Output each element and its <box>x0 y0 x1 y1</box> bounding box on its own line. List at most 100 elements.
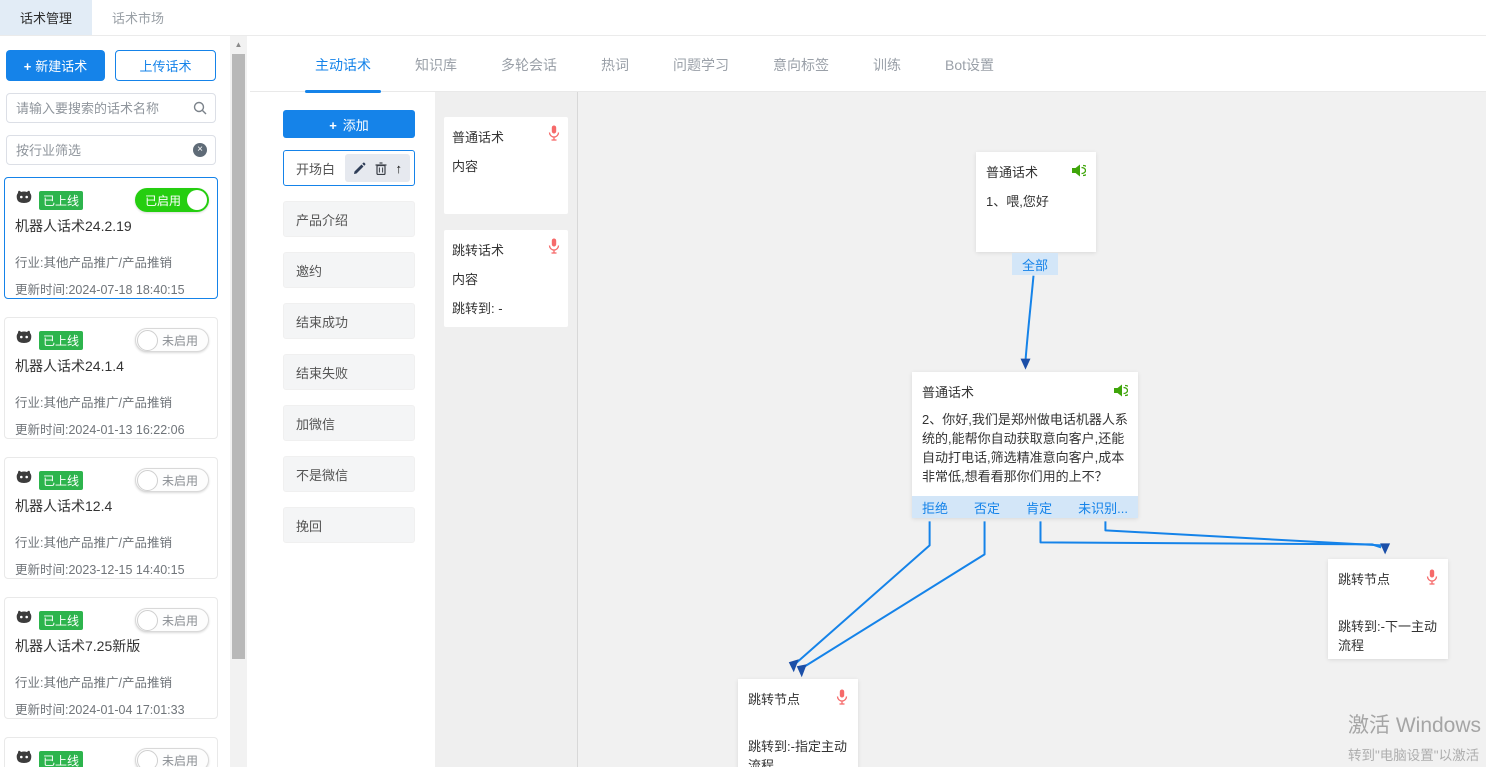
node-title: 跳转节点 <box>1338 569 1390 588</box>
stage-label: 开场白 <box>296 159 335 178</box>
toggle-knob <box>137 750 158 767</box>
industry-text: 行业:其他产品推广/产品推销 <box>15 252 207 271</box>
robot-icon <box>15 610 33 630</box>
industry-filter-input[interactable] <box>6 135 216 165</box>
add-stage-button[interactable]: +添加 <box>283 110 415 138</box>
sidebar-scrollbar[interactable]: ▲ <box>222 36 250 767</box>
template-card-jump-script[interactable]: 跳转话术 内容 跳转到: - <box>444 230 568 327</box>
online-badge: 已上线 <box>39 471 83 490</box>
script-card[interactable]: 已上线 未启用 机器人话术12.4 行业:其他产品推广/产品推销 更新时间:20… <box>4 457 218 579</box>
update-time: 更新时间:2024-07-18 18:40:15 <box>15 279 207 298</box>
tab-knowledge-base[interactable]: 知识库 <box>393 55 479 91</box>
enable-toggle[interactable]: 未启用 <box>135 328 209 352</box>
branch-bar: 拒绝 否定 肯定 未识别... <box>912 496 1138 518</box>
online-badge: 已上线 <box>39 611 83 630</box>
windows-activation-watermark: 激活 Windows 转到"电脑设置"以激活 <box>1348 709 1481 764</box>
branch-label-reject[interactable]: 拒绝 <box>922 498 948 517</box>
scrollbar-track[interactable]: ▲ <box>230 36 247 767</box>
branch-label-unrecognized[interactable]: 未识别... <box>1078 498 1128 517</box>
search-icon <box>192 100 208 116</box>
move-up-icon[interactable]: ↑ <box>396 161 403 176</box>
stage-item-end-fail[interactable]: 结束失败 <box>283 354 415 390</box>
toggle-knob <box>187 190 207 210</box>
microphone-icon <box>1426 569 1438 588</box>
enable-toggle[interactable]: 未启用 <box>135 468 209 492</box>
tab-question-learning[interactable]: 问题学习 <box>651 55 751 91</box>
online-badge: 已上线 <box>39 191 83 210</box>
node-template-list: 普通话术 内容 跳转话术 内容 跳转到: - <box>435 92 577 767</box>
stage-item-opening[interactable]: 开场白 ↑ <box>283 150 415 186</box>
update-time: 更新时间:2024-01-04 17:01:33 <box>15 699 207 718</box>
microphone-icon <box>548 238 560 259</box>
top-tab-script-management[interactable]: 话术管理 <box>0 0 92 35</box>
flow-node-opening[interactable]: 普通话术 1、喂,您好 <box>976 152 1096 252</box>
robot-icon <box>15 470 33 490</box>
toggle-knob <box>137 470 158 491</box>
flow-node-main-pitch[interactable]: 普通话术 2、你好,我们是郑州做电话机器人系统的,能帮你自动获取意向客户,还能自… <box>912 372 1138 518</box>
toggle-knob <box>137 330 158 351</box>
node-text: 跳转到:-下一主动流程 <box>1338 618 1438 656</box>
robot-icon <box>15 330 33 350</box>
tab-training[interactable]: 训练 <box>851 55 923 91</box>
node-text: 2、你好,我们是郑州做电话机器人系统的,能帮你自动获取意向客户,还能自动打电话,… <box>922 411 1128 486</box>
tab-active-script[interactable]: 主动话术 <box>293 55 393 91</box>
flow-node-jump-next[interactable]: 跳转节点 跳转到:-下一主动流程 <box>1328 559 1448 659</box>
enable-toggle[interactable]: 已启用 <box>135 188 209 212</box>
update-time: 更新时间:2023-12-15 14:40:15 <box>15 559 207 578</box>
stage-item-add-wechat[interactable]: 加微信 <box>283 405 415 441</box>
script-search-input[interactable] <box>6 93 216 123</box>
edit-icon[interactable] <box>353 162 366 175</box>
tab-bot-settings[interactable]: Bot设置 <box>923 55 1016 91</box>
enable-toggle[interactable]: 未启用 <box>135 608 209 632</box>
script-title: 机器人话术7.25新版 <box>15 636 207 656</box>
script-card[interactable]: 已上线 未启用 机器人话术7.25新版 行业:其他产品推广/产品推销 更新时间:… <box>4 597 218 719</box>
script-card[interactable]: 已上线 已启用 机器人话术24.2.19 行业:其他产品推广/产品推销 更新时间… <box>4 177 218 299</box>
plus-icon: + <box>24 59 32 74</box>
node-title: 跳转节点 <box>748 689 800 708</box>
scrollbar-thumb[interactable] <box>232 54 245 659</box>
branch-label-affirm[interactable]: 肯定 <box>1026 498 1052 517</box>
branch-label-negative[interactable]: 否定 <box>974 498 1000 517</box>
speaker-icon <box>1072 164 1086 180</box>
stage-toolbar: ↑ <box>345 154 411 182</box>
tab-intent-tags[interactable]: 意向标签 <box>751 55 851 91</box>
script-card[interactable]: 已上线 未启用 机器人话术7.21新版 <box>4 737 218 767</box>
robot-icon <box>15 190 33 210</box>
stage-item-win-back[interactable]: 挽回 <box>283 507 415 543</box>
plus-icon: + <box>329 118 337 133</box>
script-title: 机器人话术12.4 <box>15 496 207 516</box>
script-list-panel: +新建话术 上传话术 × 已上线 已启用 <box>0 36 222 767</box>
scroll-up-icon[interactable]: ▲ <box>230 40 247 49</box>
industry-text: 行业:其他产品推广/产品推销 <box>15 672 207 691</box>
flow-canvas[interactable]: 普通话术 1、喂,您好 全部 普通话术 2、你好,我们是郑州做电话机器人系统的,… <box>577 92 1486 767</box>
speaker-icon <box>1114 384 1128 400</box>
online-badge: 已上线 <box>39 751 83 767</box>
stage-item-invite[interactable]: 邀约 <box>283 252 415 288</box>
script-card-list: 已上线 已启用 机器人话术24.2.19 行业:其他产品推广/产品推销 更新时间… <box>4 177 218 767</box>
microphone-icon <box>548 125 560 146</box>
node-title: 普通话术 <box>986 162 1038 181</box>
template-card-normal-script[interactable]: 普通话术 内容 <box>444 117 568 214</box>
stage-item-end-success[interactable]: 结束成功 <box>283 303 415 339</box>
enable-toggle[interactable]: 未启用 <box>135 748 209 767</box>
flow-node-jump-specified[interactable]: 跳转节点 跳转到:-指定主动流程 <box>738 679 858 767</box>
toggle-knob <box>137 610 158 631</box>
stage-item-not-wechat[interactable]: 不是微信 <box>283 456 415 492</box>
tab-multi-turn[interactable]: 多轮会话 <box>479 55 579 91</box>
top-tab-script-market[interactable]: 话术市场 <box>92 0 184 35</box>
script-card[interactable]: 已上线 未启用 机器人话术24.1.4 行业:其他产品推广/产品推销 更新时间:… <box>4 317 218 439</box>
stage-item-product-intro[interactable]: 产品介绍 <box>283 201 415 237</box>
branch-label-all[interactable]: 全部 <box>1012 253 1058 275</box>
trash-icon[interactable] <box>375 162 387 175</box>
industry-text: 行业:其他产品推广/产品推销 <box>15 532 207 551</box>
clear-icon[interactable]: × <box>192 142 208 158</box>
node-title: 普通话术 <box>922 382 974 401</box>
microphone-icon <box>836 689 848 708</box>
stage-list: +添加 开场白 ↑ 产品介绍 邀约 结束成功 结束失败 加微信 不是 <box>250 92 435 767</box>
script-title: 机器人话术24.1.4 <box>15 356 207 376</box>
upload-script-button[interactable]: 上传话术 <box>115 50 216 81</box>
tab-hot-words[interactable]: 热词 <box>579 55 651 91</box>
new-script-button[interactable]: +新建话术 <box>6 50 105 81</box>
industry-text: 行业:其他产品推广/产品推销 <box>15 392 207 411</box>
top-tab-bar: 话术管理 话术市场 <box>0 0 1486 36</box>
